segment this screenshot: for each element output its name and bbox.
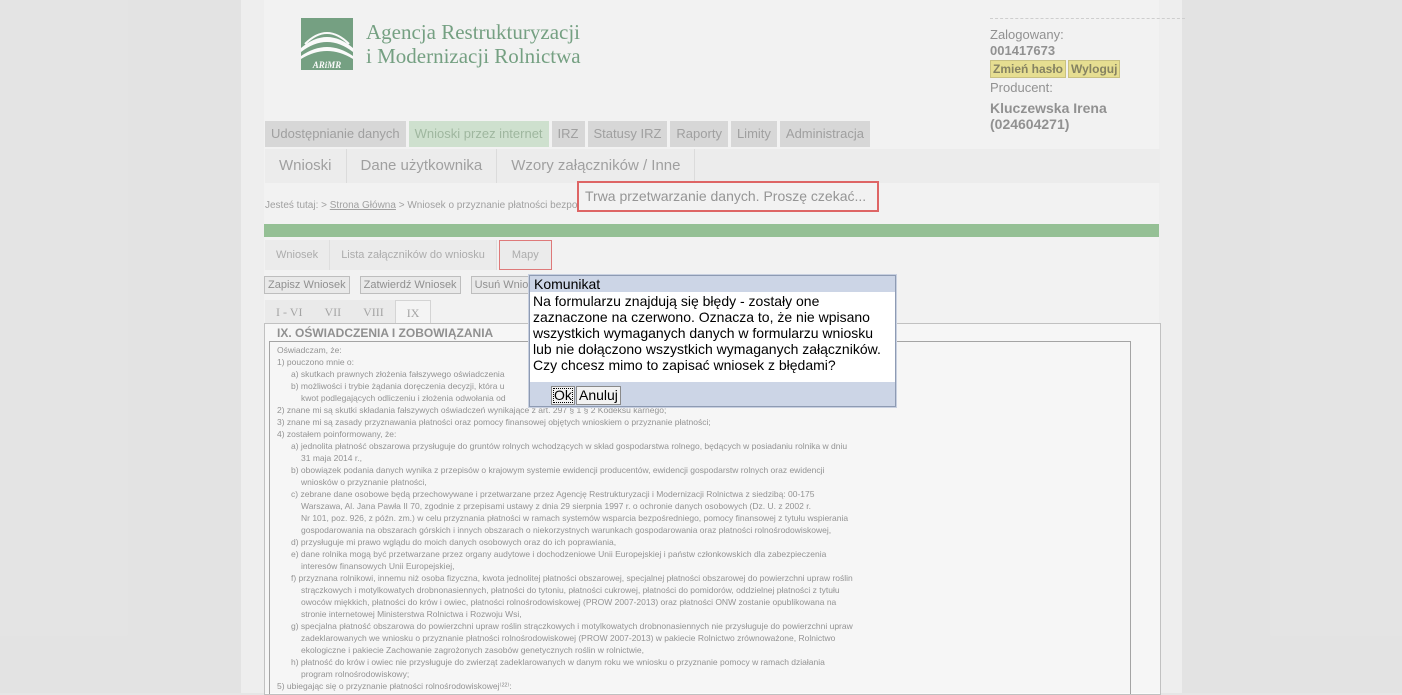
dialog-line: wszystkich wymaganych danych w formularz… (533, 325, 874, 341)
ok-button[interactable]: Ok (551, 386, 575, 405)
message-dialog: Komunikat Na formularzu znajdują się błę… (529, 275, 896, 407)
dialog-footer: Ok Anuluj (530, 382, 895, 406)
dialog-line: zaznaczone na czerwono. Oznacza to, że n… (533, 309, 870, 325)
dialog-title: Komunikat (530, 276, 895, 292)
dialog-line: lub nie dołączono wszystkich wymaganych … (533, 341, 881, 357)
dialog-line: Na formularzu znajdują się błędy - zosta… (533, 293, 820, 309)
dialog-line: Czy chcesz mimo to zapisać wniosek z błę… (533, 357, 836, 373)
cancel-button[interactable]: Anuluj (576, 386, 621, 405)
dialog-message: Na formularzu znajdują się błędy - zosta… (530, 292, 895, 380)
